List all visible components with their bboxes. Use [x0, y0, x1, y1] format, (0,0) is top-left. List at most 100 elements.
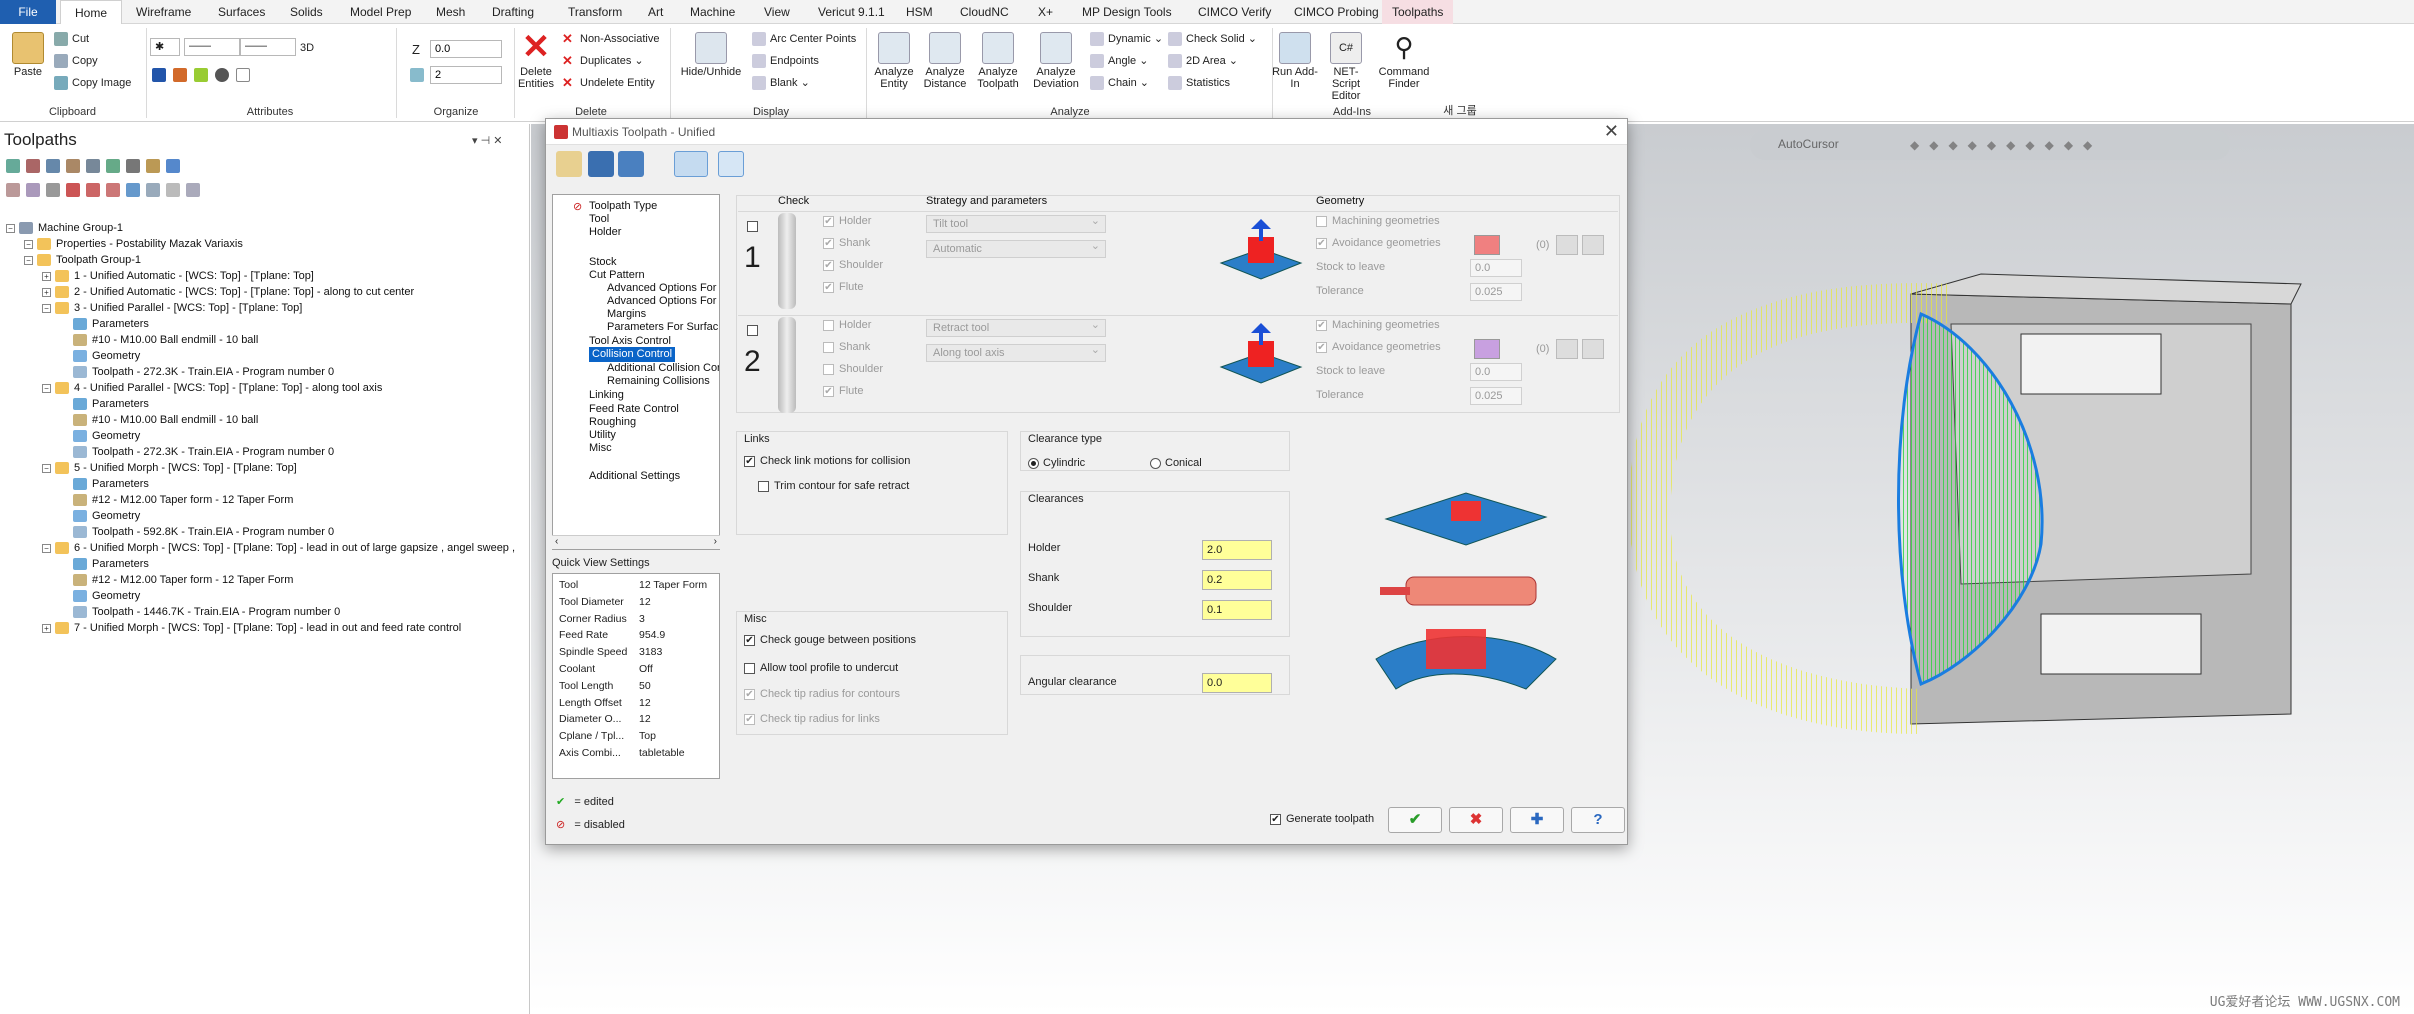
minimize-dialog-icon[interactable]	[718, 151, 744, 177]
non-associative-button[interactable]: ✕ Non-Associative	[562, 32, 659, 46]
chain-button[interactable]: Chain ⌄	[1090, 76, 1149, 91]
tab-mesh[interactable]: Mesh	[434, 0, 467, 24]
check-part-checkbox[interactable]: ✔ Flute	[823, 281, 863, 293]
area-2d-button[interactable]: 2D Area ⌄	[1168, 54, 1238, 69]
nav-item[interactable]: Parameters For Surfac	[607, 320, 718, 335]
expand-toggle[interactable]: −	[6, 223, 15, 233]
threed-toggle[interactable]: 3D	[300, 42, 314, 54]
tree-item[interactable]: Toolpath - 272.3K - Train.EIA - Program …	[60, 364, 334, 380]
tree-item[interactable]: − Machine Group-1	[6, 220, 123, 236]
expand-toggle[interactable]: −	[42, 543, 51, 553]
tree-item[interactable]: Parameters	[60, 556, 149, 572]
view-icon[interactable]	[674, 151, 708, 177]
tab-toolpaths[interactable]: Toolpaths	[1382, 0, 1454, 24]
tolerance-input[interactable]: 0.025	[1470, 387, 1522, 405]
analyze-toolpath-button[interactable]: Analyze Toolpath	[972, 32, 1024, 90]
tab-surfaces[interactable]: Surfaces	[216, 0, 267, 24]
toolbar-row-1[interactable]	[6, 158, 186, 176]
expand-toggle[interactable]: −	[24, 255, 33, 265]
strategy-select[interactable]: Tilt tool	[926, 214, 1106, 233]
check-part-checkbox[interactable]: Shoulder	[823, 363, 883, 375]
undercut-checkbox[interactable]: Allow tool profile to undercut	[744, 662, 898, 674]
tree-item[interactable]: +1 - Unified Automatic - [WCS: Top] - [T…	[42, 268, 314, 284]
analyze-distance-button[interactable]: Analyze Distance	[920, 32, 970, 90]
trim-contour-checkbox[interactable]: Trim contour for safe retract	[758, 480, 909, 492]
tab-wireframe[interactable]: Wireframe	[134, 0, 193, 24]
stock-to-leave-input[interactable]: 0.0	[1470, 259, 1522, 277]
param-select[interactable]: Along tool axis	[926, 343, 1106, 362]
tab-transform[interactable]: Transform	[566, 0, 624, 24]
expand-toggle[interactable]: +	[42, 287, 51, 297]
apply-button[interactable]: ✚	[1510, 807, 1564, 833]
shoulder-clearance-input[interactable]: 0.1	[1202, 600, 1272, 620]
tree-item[interactable]: #10 - M10.00 Ball endmill - 10 ball	[60, 412, 258, 428]
expand-toggle[interactable]: −	[42, 303, 51, 313]
tab-solids[interactable]: Solids	[288, 0, 325, 24]
cylindric-radio[interactable]: Cylindric	[1028, 457, 1085, 469]
tree-item[interactable]: Toolpath - 1446.7K - Train.EIA - Program…	[60, 604, 340, 620]
tab-drafting[interactable]: Drafting	[490, 0, 536, 24]
avoidance-color-swatch[interactable]	[1474, 235, 1500, 255]
strategy-select[interactable]: Retract tool	[926, 318, 1106, 337]
tree-item[interactable]: − Properties - Postability Mazak Variaxis	[24, 236, 243, 252]
tree-item[interactable]: #12 - M12.00 Taper form - 12 Taper Form	[60, 572, 293, 588]
tree-item[interactable]: +2 - Unified Automatic - [WCS: Top] - [T…	[42, 284, 414, 300]
shank-clearance-input[interactable]: 0.2	[1202, 570, 1272, 590]
tab-hsm[interactable]: HSM	[904, 0, 935, 24]
delete-entities-button[interactable]: ✕ Delete Entities	[516, 30, 556, 90]
tolerance-input[interactable]: 0.025	[1470, 283, 1522, 301]
blank-button[interactable]: Blank ⌄	[752, 76, 810, 91]
tab-file[interactable]: File	[0, 0, 56, 24]
tab-mp-design-tools[interactable]: MP Design Tools	[1080, 0, 1174, 24]
tab-cimco-verify[interactable]: CIMCO Verify	[1196, 0, 1273, 24]
avoidance-geometries-checkbox[interactable]: ✔ Avoidance geometries	[1316, 341, 1441, 353]
check-part-checkbox[interactable]: ✔ Shoulder	[823, 259, 883, 271]
generate-toolpath-checkbox[interactable]: ✔ Generate toolpath	[1270, 813, 1374, 825]
tree-item[interactable]: − 4 - Unified Parallel - [WCS: Top] - [Tp…	[42, 380, 382, 396]
check-part-checkbox[interactable]: Holder	[823, 319, 871, 331]
arc-center-points-button[interactable]: Arc Center Points	[752, 32, 856, 46]
color-buttons[interactable]	[152, 68, 254, 82]
copy-button[interactable]: Copy	[54, 54, 98, 68]
run-addin-button[interactable]: Run Add-In	[1270, 32, 1320, 90]
tree-item[interactable]: Parameters	[60, 316, 149, 332]
analyze-entity-button[interactable]: Analyze Entity	[870, 32, 918, 90]
tree-item[interactable]: Geometry	[60, 588, 140, 604]
autocursor-toolbar[interactable]: AutoCursor ◆◆◆◆◆◆◆◆◆◆	[1750, 130, 2230, 160]
tool-icon[interactable]	[556, 151, 582, 177]
select-solid-icon[interactable]	[1582, 235, 1604, 255]
tree-item[interactable]: − 5 - Unified Morph - [WCS: Top] - [Tplan…	[42, 460, 297, 476]
tab-vericut-9-1-1[interactable]: Vericut 9.1.1	[816, 0, 887, 24]
tab-cloudnc[interactable]: CloudNC	[958, 0, 1011, 24]
avoidance-geometries-checkbox[interactable]: ✔ Avoidance geometries	[1316, 237, 1441, 249]
nav-item[interactable]: Collision Control	[589, 347, 676, 362]
line-style-select[interactable]: ——	[184, 38, 240, 56]
check-part-checkbox[interactable]: ✔ Flute	[823, 385, 863, 397]
net-script-editor-button[interactable]: C# NET-Script Editor	[1322, 32, 1370, 102]
nav-item[interactable]: Additional Settings	[589, 469, 680, 484]
expand-toggle[interactable]: −	[42, 463, 51, 473]
tab-home[interactable]: Home	[60, 0, 123, 25]
expand-toggle[interactable]: +	[42, 271, 51, 281]
avoidance-color-swatch[interactable]	[1474, 339, 1500, 359]
check-part-checkbox[interactable]: Shank	[823, 341, 870, 353]
tree-item[interactable]: Parameters	[60, 396, 149, 412]
nav-item[interactable]: Misc	[589, 441, 612, 456]
tree-item[interactable]: +7 - Unified Morph - [WCS: Top] - [Tplan…	[42, 620, 461, 636]
tree-item[interactable]: Geometry	[60, 348, 140, 364]
check-solid-button[interactable]: Check Solid ⌄	[1168, 32, 1257, 47]
tree-item[interactable]: − 3 - Unified Parallel - [WCS: Top] - [Tp…	[42, 300, 302, 316]
z-depth-input[interactable]	[430, 40, 502, 58]
tree-item[interactable]: Toolpath - 592.8K - Train.EIA - Program …	[60, 524, 334, 540]
tab-view[interactable]: View	[762, 0, 792, 24]
tree-item[interactable]: Toolpath - 272.3K - Train.EIA - Program …	[60, 444, 334, 460]
nav-item[interactable]: Linking	[589, 388, 624, 403]
save-icon[interactable]	[588, 151, 614, 177]
tree-item[interactable]: Geometry	[60, 508, 140, 524]
stock-to-leave-input[interactable]: 0.0	[1470, 363, 1522, 381]
gouge-checkbox[interactable]: ✔ Check gouge between positions	[744, 634, 916, 646]
copy-image-button[interactable]: Copy Image	[54, 76, 131, 90]
cut-button[interactable]: Cut	[54, 32, 89, 46]
undelete-entity-button[interactable]: ✕ Undelete Entity	[562, 76, 655, 90]
holder-clearance-input[interactable]: 2.0	[1202, 540, 1272, 560]
